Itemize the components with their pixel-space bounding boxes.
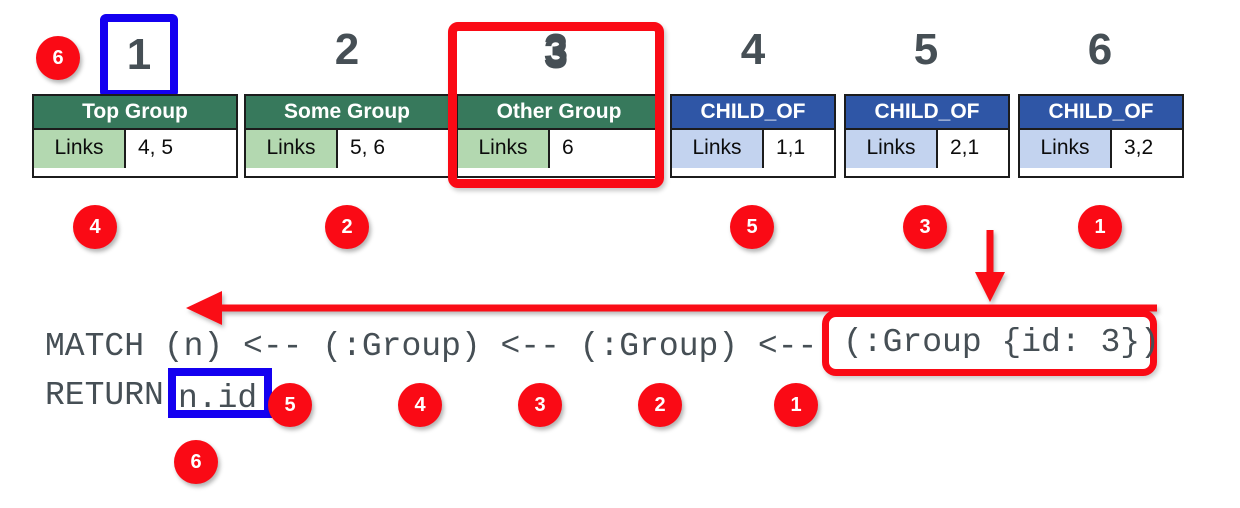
badge-card-child-of-1: 5	[730, 205, 774, 249]
card-title: CHILD_OF	[846, 96, 1008, 130]
card-key: Links	[846, 130, 938, 168]
highlight-column-1-number: 1	[126, 30, 152, 79]
column-number-5: 5	[913, 25, 939, 74]
card-value: 5, 6	[338, 130, 448, 168]
card-key: Links	[246, 130, 338, 168]
highlight-box-group-id-3: (:Group {id: 3})	[822, 310, 1160, 376]
query-line-match: MATCH (n) <-- (:Group) <-- (:Group) <--	[45, 328, 838, 365]
badge-card-top-group: 4	[73, 205, 117, 249]
card-value: 3,2	[1112, 130, 1182, 168]
badge-column-1: 6	[36, 36, 80, 80]
card-value: 2,1	[938, 130, 1008, 168]
badge-card-child-of-2: 3	[903, 205, 947, 249]
highlight-box-column-1: 1	[100, 14, 178, 98]
entity-card-top-group[interactable]: Top Group Links 4, 5	[32, 94, 238, 178]
column-number-4: 4	[740, 25, 766, 74]
entity-card-child-of-2[interactable]: CHILD_OF Links 2,1	[844, 94, 1010, 178]
query-line-return: RETURN	[45, 377, 184, 414]
query-badge-3: 3	[518, 383, 562, 427]
diagram-canvas: 1 2 3 4 5 6 1 6 Top Group Links 4, 5 4 S…	[0, 0, 1240, 508]
query-badge-1: 1	[774, 383, 818, 427]
card-title: Top Group	[34, 96, 236, 130]
card-key: Links	[1020, 130, 1112, 168]
query-highlighted-pattern: (:Group {id: 3})	[843, 324, 1160, 361]
card-value: 1,1	[764, 130, 834, 168]
badge-card-child-of-3: 1	[1078, 205, 1122, 249]
card-value: 4, 5	[126, 130, 236, 168]
down-arrow	[975, 230, 1005, 302]
badge-card-some-group: 2	[325, 205, 369, 249]
card-title: CHILD_OF	[672, 96, 834, 130]
query-badge-4: 4	[398, 383, 442, 427]
card-title: CHILD_OF	[1020, 96, 1182, 130]
card-key: Links	[34, 130, 126, 168]
card-title: Some Group	[246, 96, 448, 130]
card-key: Links	[672, 130, 764, 168]
card-row: Links 2,1	[846, 130, 1008, 168]
query-highlighted-return: n.id	[178, 380, 258, 417]
card-row: Links 5, 6	[246, 130, 448, 168]
highlight-column-3-number: 3	[543, 29, 569, 78]
entity-card-some-group[interactable]: Some Group Links 5, 6	[244, 94, 450, 178]
column-number-6: 6	[1087, 25, 1113, 74]
query-badge-result: 6	[174, 440, 218, 484]
query-badge-5: 5	[268, 383, 312, 427]
entity-card-child-of-1[interactable]: CHILD_OF Links 1,1	[670, 94, 836, 178]
highlight-box-n-id: n.id	[168, 368, 272, 418]
card-row: Links 1,1	[672, 130, 834, 168]
column-number-2: 2	[334, 25, 360, 74]
query-badge-2: 2	[638, 383, 682, 427]
card-row: Links 3,2	[1020, 130, 1182, 168]
entity-card-child-of-3[interactable]: CHILD_OF Links 3,2	[1018, 94, 1184, 178]
card-row: Links 4, 5	[34, 130, 236, 168]
